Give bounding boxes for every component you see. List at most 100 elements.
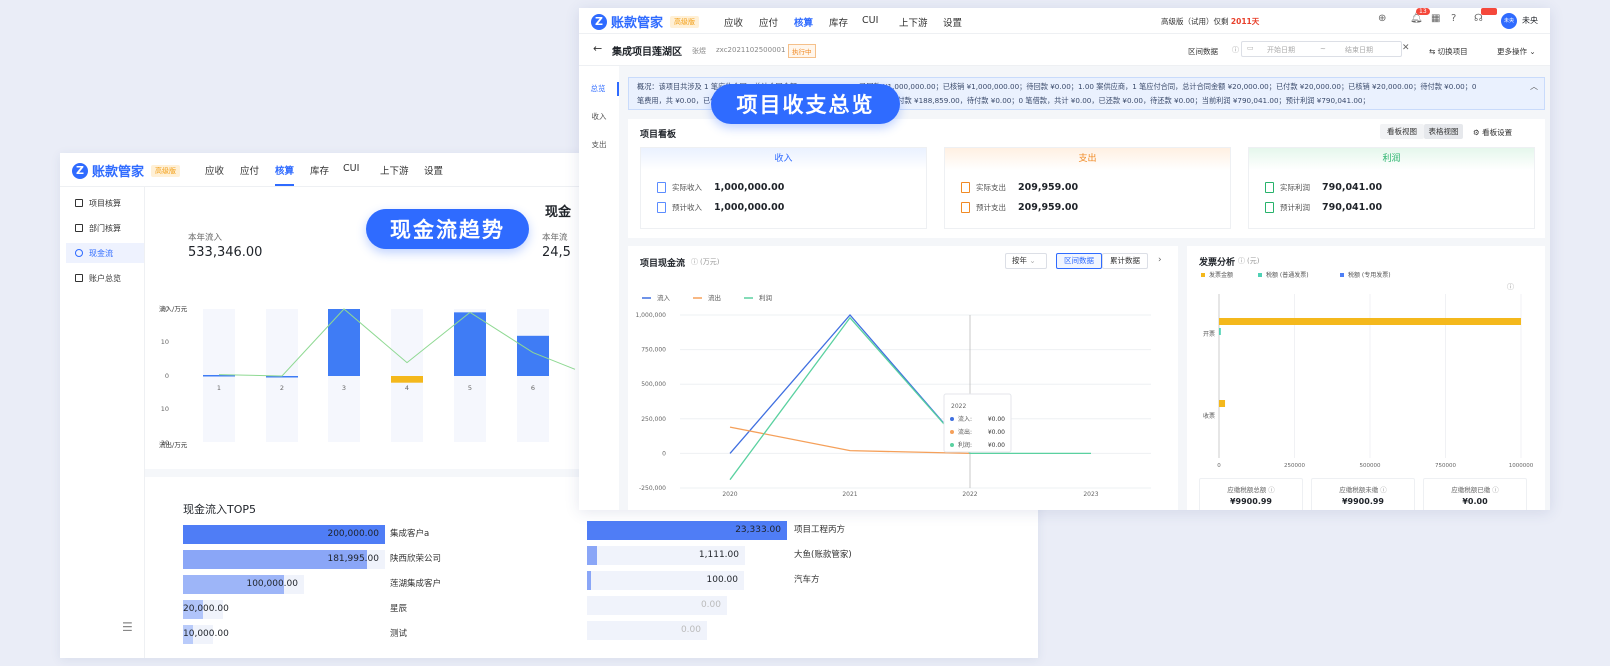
kpi-label: 预计支出 [976,203,1006,212]
top5-row[interactable]: 1,111.00 大鱼(账款管家) [587,546,987,565]
clear-close-icon[interactable]: ✕ [1402,43,1410,53]
board-settings-button[interactable]: ⚙ 看板设置 [1473,127,1512,138]
top5-row[interactable]: 10,000.00 测试 [183,625,583,644]
chart-info-icon: ⓘ [1507,283,1514,291]
kpi-label: 实际支出 [976,183,1006,192]
nav-4[interactable]: 库存 [829,15,848,29]
switch-project-button[interactable]: ⇆ 切换项目 [1429,46,1468,57]
sidebar-item-icon [75,274,83,282]
top5-row[interactable]: 100,000.00 莲湖集成客户 [183,575,583,594]
nav-5[interactable]: CUI [862,15,878,26]
sidebar: 项目核算部门核算现金流账户总览 [60,187,145,658]
sidebar-item-label: 账户总览 [89,273,121,283]
table-view-button[interactable]: 表格视图 [1424,124,1463,139]
tooltip-label: 流出: [958,428,972,436]
more-actions-button[interactable]: 更多操作 ⌄ [1497,46,1536,57]
top5-row[interactable]: 23,333.00 项目工程丙方 [587,521,987,540]
add-circle-icon[interactable]: ⊕ [1378,13,1386,24]
nav-2[interactable]: 应付 [759,15,778,29]
bar-category: 陕西欣荣公司 [390,554,442,564]
bar-value: 23,333.00 [735,525,781,535]
sidebar-item-3[interactable]: 现金流 [66,243,144,263]
legend-label[interactable]: 利润 [759,293,772,302]
app-logo[interactable]: Z 账款管家 高级版 [591,12,700,31]
side-tab-3[interactable]: 支出 [579,138,619,152]
nav-7[interactable]: 设置 [943,15,962,29]
tax-stat-label: 应缴税额总额 ⓘ [1200,484,1302,494]
legend-label[interactable]: 流入 [657,293,671,302]
series-line-3[interactable] [729,316,1091,481]
invoice-bar[interactable] [1219,400,1226,407]
y-tick: 0 [662,450,666,457]
logo-text: 账款管家 [92,165,145,180]
x-tick: 2 [280,384,284,392]
x-tick: 4 [405,384,409,392]
top5-row[interactable]: 0.00 [587,621,987,640]
sidebar-item-4[interactable]: 账户总览 [66,268,144,288]
nav-4[interactable]: 库存 [310,163,329,177]
top5-row[interactable]: 200,000.00 集成客户a [183,525,583,544]
logo-mark-icon: Z [591,13,607,30]
sidebar-item-2[interactable]: 部门核算 [66,218,144,238]
start-date-input[interactable]: 开始日期 [1267,45,1295,55]
end-date-input[interactable]: 结束日期 [1345,45,1373,55]
bar-category: 大鱼(账款管家) [794,550,852,560]
legend-label[interactable]: 流出 [708,293,721,302]
nav-6[interactable]: 上下游 [380,163,409,177]
top5-row[interactable]: 20,000.00 星辰 [183,600,583,619]
project-overview-window: Z 账款管家 高级版 应收 应付 核算 库存 CUI 上下游 设置 高级版（试用）仅剩 20… [579,8,1550,510]
date-range-picker[interactable]: ▭ 开始日期 ~ 结束日期 [1241,41,1402,57]
bar-value: 10,000.00 [183,629,229,639]
legend-label[interactable]: 发票金额 [1209,271,1233,279]
apps-grid-icon[interactable]: ▦ [1431,13,1440,24]
tooltip-title: 2022 [951,403,966,410]
top5-row[interactable]: 181,995.00 陕西欣荣公司 [183,550,583,569]
interval-label: 区间数据 [1188,47,1218,56]
tax-stat-label: 应缴税额已缴 ⓘ [1424,484,1526,494]
kpi-label: 实际利润 [1280,183,1310,192]
nav-7[interactable]: 设置 [424,163,443,177]
sidebar-item-label: 现金流 [89,248,113,258]
avatar[interactable]: 未央 [1501,13,1517,29]
nav-1[interactable]: 应收 [205,163,224,177]
collapse-chevron-icon[interactable]: ︿ [1530,80,1538,94]
cashflow-bar[interactable] [391,376,423,383]
app-logo[interactable]: Z 账款管家 高级版 [72,161,181,180]
kpi-row: 实际支出 209,959.00 [961,182,1078,193]
legend-label[interactable]: 税额 (专用发票) [1348,271,1391,279]
legend-label[interactable]: 税额 (普通发票) [1266,271,1309,279]
side-tab-1[interactable]: 总览 [579,82,619,96]
user-name[interactable]: 未央 [1522,15,1538,26]
sidebar-item-1[interactable]: 项目核算 [66,193,144,213]
document-icon [1265,202,1274,213]
nav-5[interactable]: CUI [343,163,359,174]
logo-mark-icon: Z [72,162,88,179]
calendar-icon: ▭ [1247,44,1254,52]
kpi-value: 1,000,000.00 [714,182,785,193]
invoice-bar[interactable] [1219,328,1221,335]
help-icon[interactable]: ? [1451,13,1456,24]
top5-row[interactable]: 100.00 汽车方 [587,571,987,590]
tooltip-value: ¥0.00 [988,442,1005,449]
nav-2[interactable]: 应付 [240,163,259,177]
nav-6[interactable]: 上下游 [899,15,928,29]
y-tick: 20 [161,439,169,447]
column-band [391,309,423,442]
bar-value: 200,000.00 [327,529,379,539]
nav-3[interactable]: 核算 [794,15,814,38]
side-tab-2[interactable]: 收入 [579,110,619,124]
board-view-button[interactable]: 看板视图 [1380,124,1424,139]
y-tick: 250,000 [641,416,666,423]
nav-3[interactable]: 核算 [275,163,295,186]
cashflow-bar[interactable] [517,335,549,376]
back-arrow-icon[interactable]: ← [593,42,602,55]
invoice-bar[interactable] [1219,318,1521,325]
top5-row[interactable]: 0.00 [587,596,987,615]
kpi-card-title: 利润 [1249,148,1534,170]
tooltip-label: 流入: [958,415,972,423]
x-tick: 5 [468,384,472,392]
menu-collapse-icon[interactable]: ☰ [122,620,133,634]
cashflow-trend-callout: 现金流趋势 [366,209,529,249]
nav-1[interactable]: 应收 [724,15,743,29]
tax-stat-box: 应缴税额未缴 ⓘ ¥9900.99 [1311,478,1415,510]
